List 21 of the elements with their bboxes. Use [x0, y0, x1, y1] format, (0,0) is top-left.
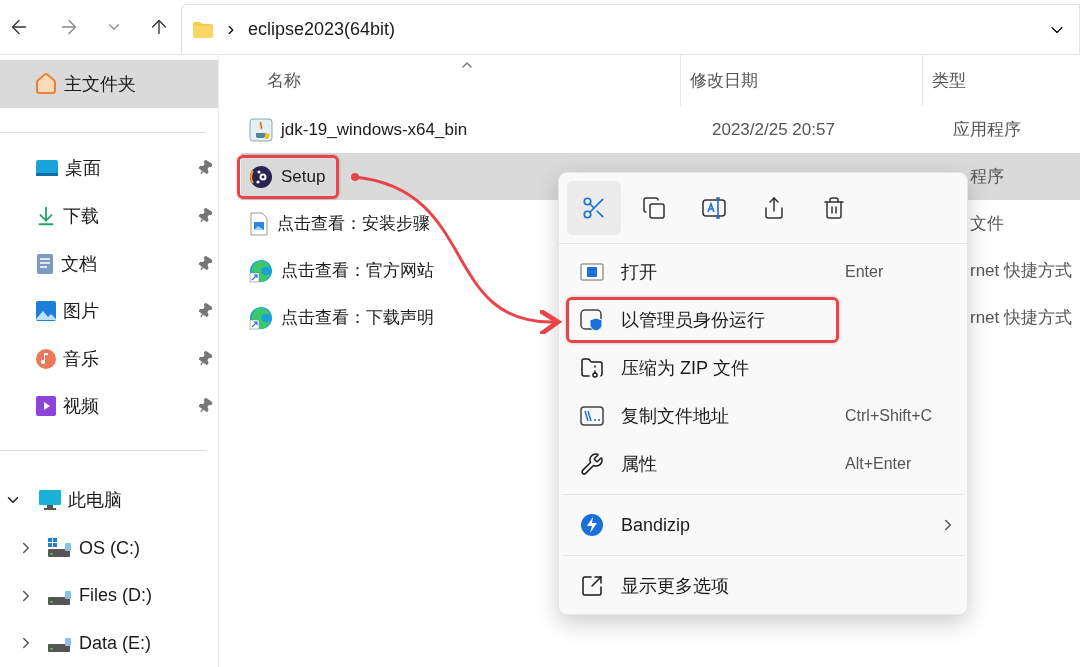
menu-item-label: 以管理员身份运行	[621, 309, 765, 332]
file-type: rnet 快捷方式	[970, 260, 1073, 282]
file-type: 应用程序	[953, 119, 1021, 141]
file-type: 程序	[970, 166, 1004, 188]
file-name: jdk-19_windows-x64_bin	[281, 119, 468, 140]
menu-item-label: Bandizip	[621, 514, 691, 536]
menu-item-label: 复制文件地址	[621, 405, 729, 428]
menu-item-label: 属性	[621, 453, 657, 476]
file-name: 点击查看：官方网站	[281, 260, 434, 282]
shortcut: Alt+Enter	[845, 455, 913, 473]
file-type: rnet 快捷方式	[970, 307, 1073, 329]
modified-date: 2023/2/25 20:57	[712, 119, 835, 140]
menu-item-label: 显示更多选项	[621, 575, 729, 598]
menu-item-label: 打开	[621, 261, 657, 284]
shortcut: Enter	[845, 263, 885, 281]
menu-item-label: 压缩为 ZIP 文件	[621, 357, 749, 380]
shortcut: Ctrl+Shift+C	[845, 407, 934, 425]
file-type: 文件	[970, 213, 1004, 235]
file-name: Setup	[281, 166, 326, 187]
file-name: 点击查看：安装步骤	[277, 213, 430, 235]
file-name: 点击查看：下载声明	[281, 307, 434, 329]
